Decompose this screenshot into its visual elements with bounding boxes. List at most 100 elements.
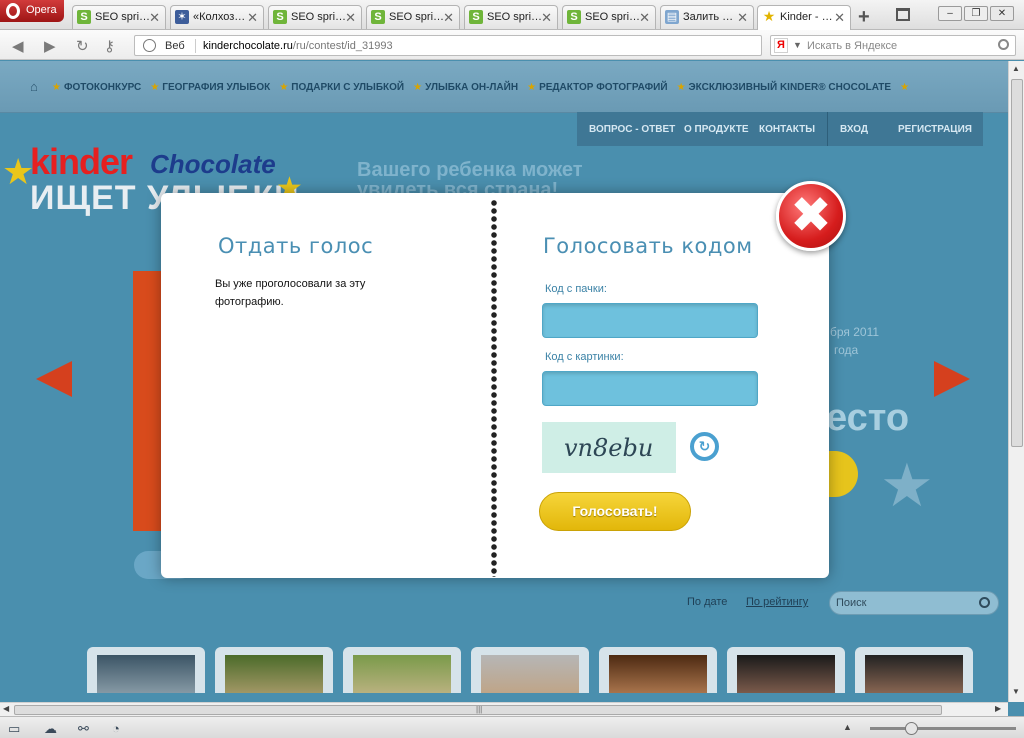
tab-kinder-active[interactable]: ★ Kinder - … ✕ (757, 5, 851, 30)
star-icon: ★ (2, 151, 35, 192)
nav-item-photo-contest[interactable]: ★ ФОТОКОНКУРС (52, 82, 141, 93)
vote-button[interactable]: Голосовать! (539, 492, 691, 531)
new-tab-button[interactable]: + (858, 6, 870, 29)
tab-close-icon[interactable]: ✕ (834, 10, 845, 26)
nav-item-smile-online[interactable]: ★ УЛЫБКА ОН-ЛАЙН (413, 82, 518, 93)
address-toolbar: ◀ ▶ ↻ ⚷ Веб kinderchocolate.ru/ru/contes… (0, 30, 1024, 60)
home-icon[interactable]: ⌂ (30, 79, 38, 94)
search-icon[interactable] (998, 39, 1009, 50)
photo-thumbnail[interactable] (727, 647, 845, 693)
photo-thumbnail[interactable] (855, 647, 973, 693)
tab-title: Залить … (683, 11, 734, 23)
pack-code-input[interactable] (542, 303, 758, 338)
forward-icon[interactable]: ▶ (44, 37, 56, 55)
address-field[interactable]: Веб kinderchocolate.ru/ru/contest/id_319… (134, 35, 762, 56)
star-icon: ★ (880, 452, 934, 519)
photo-thumbnail[interactable] (599, 647, 717, 693)
nav-item-smile-geography[interactable]: ★ ГЕОГРАФИЯ УЛЫБОК (150, 82, 270, 93)
photo-thumbnail[interactable] (215, 647, 333, 693)
photo-thumbnail[interactable] (471, 647, 589, 693)
nav-about-link[interactable]: О ПРОДУКТЕ (684, 124, 749, 135)
panel-toggle-icon[interactable]: ▭ (8, 721, 20, 737)
tab-close-icon[interactable]: ✕ (737, 10, 748, 26)
opera-menu-button[interactable]: Opera (0, 0, 64, 22)
arrow-right-icon[interactable] (934, 361, 970, 397)
star-icon: ★ (762, 8, 776, 24)
url-text[interactable]: kinderchocolate.ru/ru/contest/id_31993 (203, 40, 393, 52)
tab-title: SEO spri… (291, 11, 347, 23)
vertical-scroll-thumb[interactable] (1011, 79, 1023, 447)
search-icon[interactable] (979, 597, 990, 608)
tab-close-icon[interactable]: ✕ (639, 10, 650, 26)
back-icon[interactable]: ◀ (12, 37, 24, 55)
tab-close-icon[interactable]: ✕ (149, 10, 160, 26)
key-icon[interactable]: ⚷ (104, 37, 115, 55)
close-window-button[interactable]: ✕ (990, 6, 1014, 21)
reload-icon[interactable]: ↻ (76, 37, 89, 55)
nav-contacts-link[interactable]: КОНТАКТЫ (759, 124, 815, 135)
kolkhoz-icon: ✶ (175, 10, 189, 24)
tab-close-icon[interactable]: ✕ (541, 10, 552, 26)
share-icon[interactable]: ⚯ (78, 721, 89, 737)
tab-upload[interactable]: ▤ Залить … ✕ (660, 5, 754, 29)
photo-thumbnail[interactable] (87, 647, 205, 693)
zoom-slider-track[interactable] (870, 727, 1016, 730)
sort-by-rating-link[interactable]: По рейтингу (746, 596, 808, 608)
tab-close-icon[interactable]: ✕ (247, 10, 258, 26)
trash-icon[interactable] (896, 8, 910, 21)
minimize-button[interactable]: – (938, 6, 962, 21)
product-box-image (133, 271, 163, 531)
page-search-input[interactable]: Поиск (829, 591, 999, 615)
register-link[interactable]: РЕГИСТРАЦИЯ (898, 124, 972, 135)
secondary-nav: ВОПРОС - ОТВЕТ О ПРОДУКТЕ КОНТАКТЫ ВХОД … (577, 112, 983, 146)
scroll-left-icon[interactable]: ◀ (3, 704, 9, 713)
tab-kolkhoz[interactable]: ✶ «Колхоз… ✕ (170, 5, 264, 29)
tab-seo-sprint-5[interactable]: S SEO spri… ✕ (562, 5, 656, 29)
vote-by-code-heading: Голосовать кодом (543, 234, 753, 258)
vertical-scrollbar[interactable]: ▲ ▼ (1008, 61, 1024, 702)
scroll-right-icon[interactable]: ▶ (995, 704, 1001, 713)
opera-menu-label: Opera (26, 4, 57, 16)
nav-item-exclusive[interactable]: ★ ЭКСКЛЮЗИВНЫЙ KINDER® CHOCOLATE (677, 82, 891, 93)
status-bar: ▭ ☁ ⚯ ◔ ▲ (0, 716, 1024, 738)
chevron-down-icon[interactable]: ▼ (793, 40, 802, 50)
arrow-left-icon[interactable] (36, 361, 72, 397)
tab-seo-sprint-2[interactable]: S SEO spri… ✕ (268, 5, 362, 29)
scroll-grip-icon: ||| (476, 705, 483, 714)
nav-item-gifts[interactable]: ★ ПОДАРКИ С УЛЫБКОЙ (279, 82, 404, 93)
captcha-code-input[interactable] (542, 371, 758, 406)
speed-dial-icon[interactable]: ◔ (112, 721, 120, 736)
search-field[interactable]: Я ▼ Искать в Яндексе (770, 35, 1016, 56)
tab-title: SEO spri… (585, 11, 641, 23)
cloud-icon[interactable]: ☁ (44, 721, 57, 737)
tab-seo-sprint-4[interactable]: S SEO spri… ✕ (464, 5, 558, 29)
scroll-up-icon[interactable]: ▲ (1012, 64, 1020, 73)
nav-item-photo-editor[interactable]: ★ РЕДАКТОР ФОТОГРАФИЙ (527, 82, 667, 93)
nav-faq-link[interactable]: ВОПРОС - ОТВЕТ (589, 124, 675, 135)
kinder-logo[interactable]: kinder (30, 141, 133, 183)
zoom-slider-knob[interactable] (905, 722, 918, 735)
tab-seo-sprint-1[interactable]: S SEO spri… ✕ (72, 5, 166, 29)
tab-title: «Колхоз… (193, 11, 246, 23)
tab-title: SEO spri… (389, 11, 445, 23)
scroll-down-icon[interactable]: ▼ (1012, 687, 1020, 696)
tab-bar: Opera S SEO spri… ✕ ✶ «Колхоз… ✕ S SEO spri… ✕… (0, 0, 1024, 30)
seo-sprint-icon: S (77, 10, 91, 24)
tab-close-icon[interactable]: ✕ (345, 10, 356, 26)
already-voted-message: Вы уже проголосовали за эту фотографию. (215, 278, 366, 308)
tab-seo-sprint-3[interactable]: S SEO spri… ✕ (366, 5, 460, 29)
restore-button[interactable]: ❐ (964, 6, 988, 21)
tab-title: SEO spri… (95, 11, 151, 23)
photo-thumbnail[interactable] (343, 647, 461, 693)
captcha-code-label: Код с картинки: (545, 351, 624, 363)
login-link[interactable]: ВХОД (840, 124, 868, 135)
yandex-icon[interactable]: Я (774, 38, 788, 53)
close-modal-button[interactable]: ✖ (776, 181, 846, 251)
page-search-placeholder: Поиск (836, 597, 867, 609)
sort-by-date-link[interactable]: По дате (687, 596, 727, 608)
view-menu-icon[interactable]: ▲ (843, 722, 852, 732)
horizontal-scrollbar[interactable]: ◀ ||| ▶ (0, 702, 1008, 716)
tab-close-icon[interactable]: ✕ (443, 10, 454, 26)
refresh-captcha-icon[interactable]: ↻ (690, 432, 719, 461)
globe-icon (143, 39, 156, 52)
